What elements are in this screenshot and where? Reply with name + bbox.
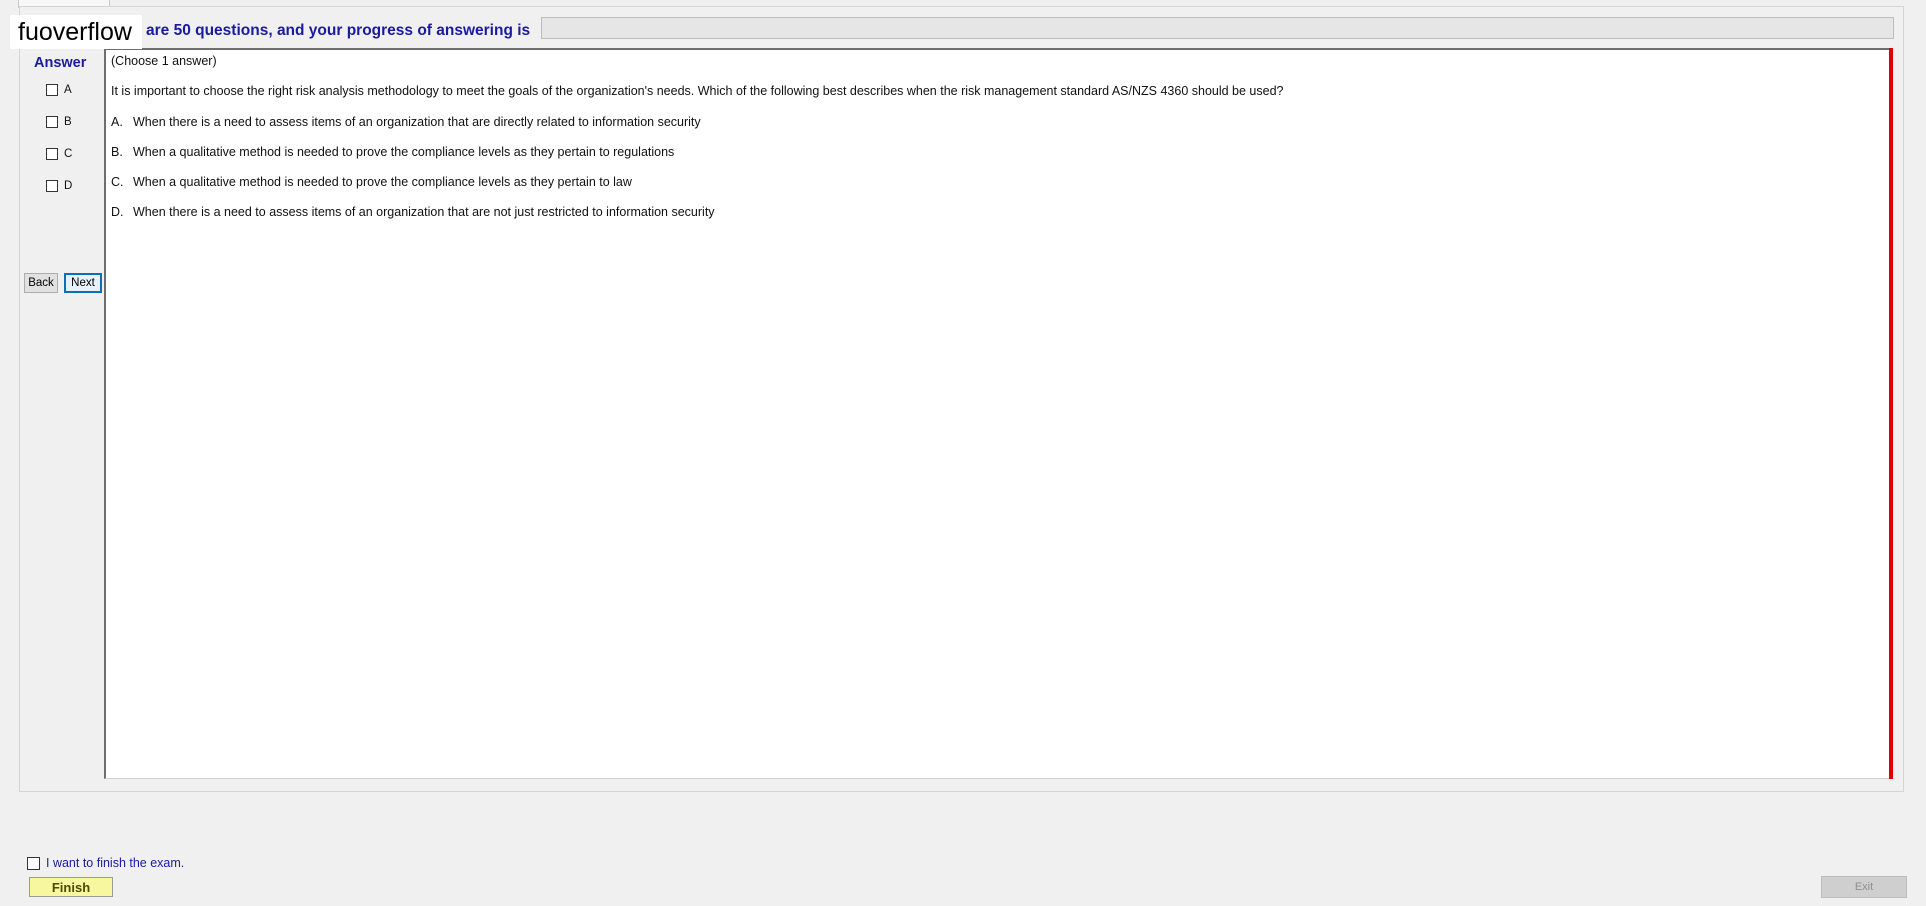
option-d-label: D [64, 180, 73, 192]
option-d-checkbox[interactable] [46, 180, 58, 192]
finish-button[interactable]: Finish [29, 877, 113, 897]
watermark-overlay: fuoverflow [10, 15, 142, 49]
finish-exam-checkbox[interactable] [27, 856, 40, 870]
finish-exam-check-row[interactable]: I want to finish the exam. [27, 856, 184, 870]
question-stem: It is important to choose the right risk… [111, 84, 1284, 98]
next-button[interactable]: Next [64, 273, 102, 293]
choice-c-text: When a qualitative method is needed to p… [133, 175, 632, 189]
choice-c-letter: C. [111, 175, 124, 189]
option-c-checkbox[interactable] [46, 148, 58, 160]
panel-red-edge [1889, 48, 1893, 779]
question-choice-b: B. When a qualitative method is needed t… [111, 145, 674, 159]
choice-d-letter: D. [111, 205, 124, 219]
question-choice-d: D. When there is a need to assess items … [111, 205, 715, 219]
option-b-checkbox[interactable] [46, 116, 58, 128]
answer-option-a[interactable]: A [46, 81, 72, 99]
choice-d-text: When there is a need to assess items of … [133, 205, 715, 219]
choice-b-letter: B. [111, 145, 123, 159]
answer-option-c[interactable]: C [46, 145, 72, 163]
question-choice-c: C. When a qualitative method is needed t… [111, 175, 632, 189]
answer-option-b[interactable]: B [46, 113, 72, 131]
option-c-label: C [64, 148, 73, 160]
choice-a-letter: A. [111, 115, 123, 129]
answer-title: Answer [34, 55, 87, 71]
question-instruction: (Choose 1 answer) [111, 54, 217, 68]
exit-button[interactable]: Exit [1821, 876, 1907, 898]
answer-progress-bar [541, 17, 1894, 39]
choice-b-text: When a qualitative method is needed to p… [133, 145, 675, 159]
answer-option-d[interactable]: D [46, 177, 72, 195]
finish-exam-label[interactable]: I want to finish the exam. [46, 856, 184, 870]
back-button[interactable]: Back [24, 273, 58, 293]
option-b-label: B [64, 116, 72, 128]
option-a-label: A [64, 84, 72, 96]
choice-a-text: When there is a need to assess items of … [133, 115, 701, 129]
progress-label: are 50 questions, and your progress of a… [146, 22, 531, 39]
option-a-checkbox[interactable] [46, 84, 58, 96]
question-choice-a: A. When there is a need to assess items … [111, 115, 701, 129]
